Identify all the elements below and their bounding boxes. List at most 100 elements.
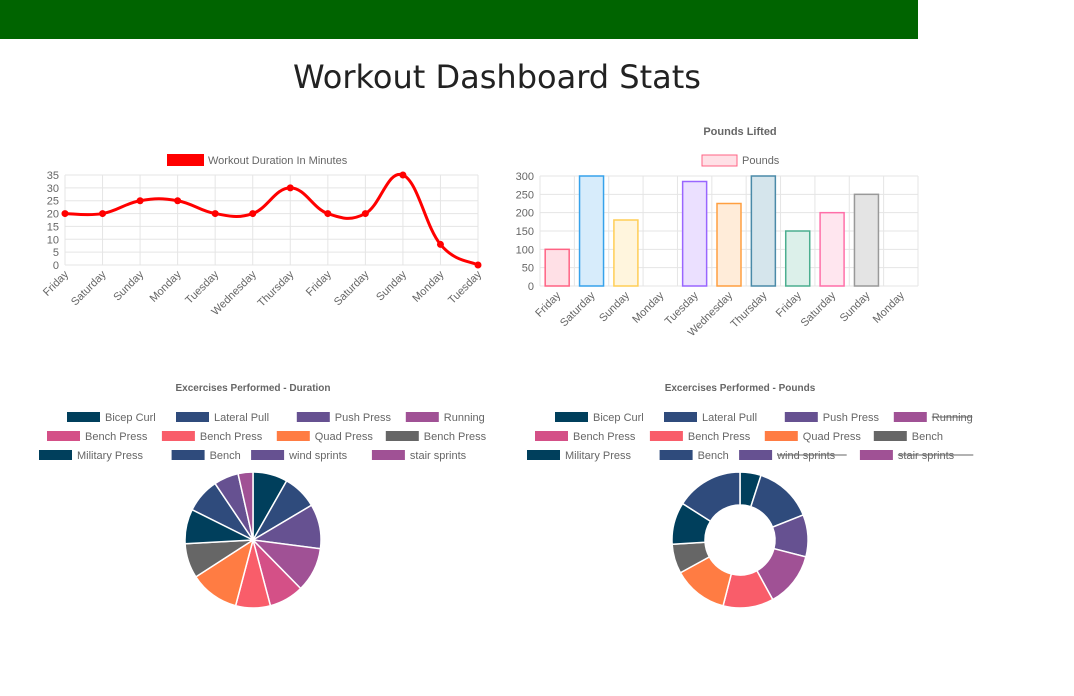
y-tick-label: 50 bbox=[522, 263, 534, 275]
legend-swatch bbox=[555, 412, 588, 422]
y-tick-label: 100 bbox=[516, 244, 534, 256]
x-tick-label: Sunday bbox=[374, 268, 409, 303]
x-tick-label: Friday bbox=[304, 268, 334, 298]
x-tick-label: Sunday bbox=[838, 289, 873, 324]
top-header-bar bbox=[0, 0, 918, 39]
x-tick-label: Friday bbox=[41, 268, 71, 298]
legend-label: wind sprints bbox=[776, 450, 836, 462]
y-tick-label: 35 bbox=[47, 170, 59, 182]
bar bbox=[613, 219, 639, 287]
data-point bbox=[286, 184, 294, 192]
legend-label: Lateral Pull bbox=[702, 412, 757, 424]
data-point bbox=[474, 261, 482, 269]
legend-label: Bench Press bbox=[573, 431, 636, 443]
legend-swatch bbox=[701, 154, 738, 167]
page-title: Workout Dashboard Stats bbox=[293, 58, 701, 96]
legend-swatch bbox=[276, 431, 310, 441]
legend-label: Push Press bbox=[335, 412, 392, 424]
y-tick-label: 250 bbox=[516, 189, 534, 201]
data-point bbox=[211, 210, 219, 218]
y-tick-label: 5 bbox=[53, 247, 59, 259]
data-point bbox=[436, 240, 444, 248]
legend-swatch bbox=[859, 450, 893, 460]
legend-label: Bench bbox=[210, 450, 241, 462]
legend-label: Bench bbox=[912, 431, 943, 443]
bar bbox=[853, 193, 880, 287]
legend-swatch bbox=[371, 450, 405, 460]
legend-label: Bench Press bbox=[85, 431, 148, 443]
legend-label: Bench bbox=[698, 450, 729, 462]
legend-label: Lateral Pull bbox=[214, 412, 269, 424]
x-tick-label: Saturday bbox=[799, 289, 839, 329]
legend-swatch bbox=[171, 450, 205, 460]
legend-swatch bbox=[873, 431, 907, 441]
y-tick-label: 200 bbox=[516, 208, 534, 220]
legend-swatch bbox=[535, 431, 568, 441]
legend-swatch bbox=[176, 412, 209, 422]
legend-swatch bbox=[167, 154, 204, 166]
legend-swatch bbox=[527, 450, 560, 460]
legend-label: Push Press bbox=[823, 412, 880, 424]
x-tick-label: Saturday bbox=[332, 268, 372, 308]
y-tick-label: 30 bbox=[47, 183, 59, 195]
legend-label: Bench Press bbox=[200, 431, 263, 443]
workout-duration-line-chart: Workout Duration In Minutes 0510152025303… bbox=[41, 154, 484, 318]
legend-swatch bbox=[47, 431, 80, 441]
legend-swatch bbox=[385, 431, 419, 441]
x-tick-label: Thursday bbox=[729, 289, 770, 330]
legend-swatch bbox=[405, 412, 439, 422]
x-tick-label: Monday bbox=[410, 268, 447, 305]
legend-label: Quad Press bbox=[315, 431, 374, 443]
legend-swatch bbox=[649, 431, 683, 441]
x-tick-label: Saturday bbox=[558, 289, 598, 329]
x-tick-label: Thursday bbox=[255, 268, 296, 309]
y-tick-label: 300 bbox=[516, 171, 534, 183]
bar bbox=[716, 202, 742, 287]
x-tick-label: Sunday bbox=[111, 268, 146, 303]
legend-swatch bbox=[161, 431, 195, 441]
legend-label: Pounds bbox=[742, 155, 780, 167]
x-tick-label: Tuesday bbox=[183, 268, 221, 306]
x-tick-label: Friday bbox=[774, 289, 804, 319]
chart-title: Pounds Lifted bbox=[703, 126, 776, 138]
bar bbox=[578, 175, 605, 287]
y-tick-label: 150 bbox=[516, 226, 534, 238]
legend-swatch bbox=[251, 450, 285, 460]
x-tick-label: Tuesday bbox=[446, 268, 484, 306]
y-tick-label: 20 bbox=[47, 209, 59, 221]
legend-swatch bbox=[659, 450, 693, 460]
legend-label: Military Press bbox=[565, 450, 632, 462]
legend-swatch bbox=[784, 412, 818, 422]
y-tick-label: 25 bbox=[47, 196, 59, 208]
y-tick-label: 0 bbox=[53, 260, 59, 272]
bar bbox=[819, 211, 845, 287]
y-tick-label: 15 bbox=[47, 221, 59, 233]
exercises-duration-pie-chart: Excercises Performed - Duration Bicep Cur… bbox=[39, 383, 487, 609]
legend-label: Quad Press bbox=[803, 431, 862, 443]
legend-label: Bench Press bbox=[424, 431, 487, 443]
legend-swatch bbox=[764, 431, 798, 441]
bar bbox=[784, 230, 811, 287]
x-tick-label: Monday bbox=[630, 289, 667, 326]
chart-title: Excercises Performed - Pounds bbox=[665, 383, 816, 394]
legend-swatch bbox=[893, 412, 927, 422]
pounds-lifted-bar-chart: Pounds Lifted Pounds 0 50 100 150 200 250 300 Fri… bbox=[516, 126, 919, 339]
legend-swatch bbox=[739, 450, 773, 460]
data-point bbox=[136, 197, 144, 205]
legend-swatch bbox=[39, 450, 72, 460]
legend-label: Workout Duration In Minutes bbox=[208, 155, 348, 167]
y-tick-label: 10 bbox=[47, 234, 59, 246]
data-point bbox=[324, 210, 332, 218]
legend-label: Bench Press bbox=[688, 431, 751, 443]
x-tick-label: Monday bbox=[871, 289, 908, 326]
exercises-pounds-doughnut-chart: Excercises Performed - Pounds Bicep Curl L… bbox=[527, 383, 974, 609]
legend-label: stair sprints bbox=[898, 450, 955, 462]
data-point bbox=[61, 210, 69, 218]
legend-label: Bicep Curl bbox=[593, 412, 644, 424]
bar bbox=[681, 180, 708, 287]
x-tick-label: Sunday bbox=[597, 289, 632, 324]
legend-swatch bbox=[296, 412, 330, 422]
x-tick-label: Saturday bbox=[69, 268, 109, 308]
x-tick-label: Monday bbox=[148, 268, 185, 305]
data-point bbox=[174, 197, 182, 205]
